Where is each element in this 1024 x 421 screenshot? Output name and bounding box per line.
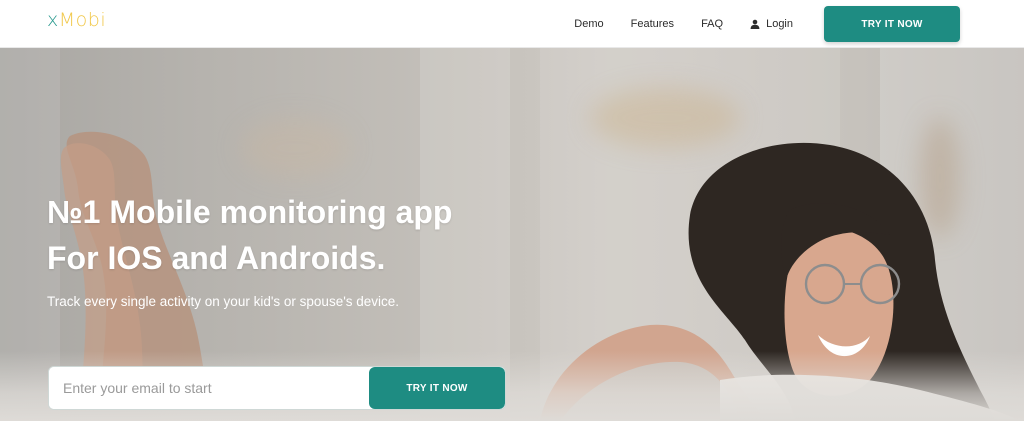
try-it-now-header-button[interactable]: TRY IT NOW (824, 6, 960, 42)
hero-title-line-1: №1 Mobile monitoring app (47, 194, 453, 230)
nav-link-demo[interactable]: Demo (574, 18, 603, 30)
try-it-now-hero-button[interactable]: TRY IT NOW (369, 367, 505, 409)
logo-suffix: Mobi (58, 9, 107, 31)
logo-prefix: x (47, 9, 59, 31)
background-blur (240, 118, 350, 178)
nav-link-features[interactable]: Features (631, 18, 674, 30)
nav-link-faq[interactable]: FAQ (701, 18, 723, 30)
background-blur (590, 88, 740, 148)
email-input[interactable] (49, 367, 369, 409)
logo[interactable]: xMobi (47, 9, 106, 31)
login-label: Login (766, 18, 793, 30)
top-header: xMobi Demo Features FAQ Login TRY IT NOW (0, 0, 1024, 48)
hero-section: №1 Mobile monitoring app For IOS and And… (0, 48, 1024, 421)
main-nav: Demo Features FAQ Login TRY IT NOW (574, 0, 960, 48)
hero-title: №1 Mobile monitoring app For IOS and And… (47, 189, 517, 281)
hero-title-line-2: For IOS and Androids. (47, 240, 386, 276)
user-icon (750, 19, 760, 29)
nav-link-login[interactable]: Login (750, 18, 793, 30)
email-signup-form: TRY IT NOW (48, 366, 506, 410)
hero-subtitle: Track every single activity on your kid'… (47, 294, 400, 309)
